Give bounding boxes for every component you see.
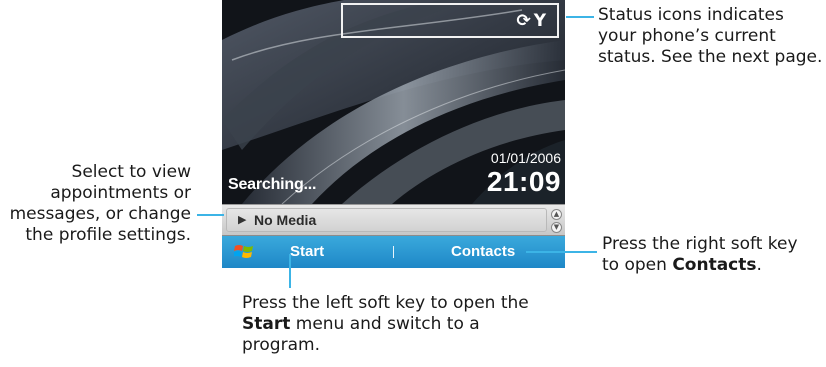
annotation-media-bar: Select to view appointments or messages,… — [9, 162, 191, 245]
leader-media-horizontal — [197, 214, 224, 216]
phone-screen: ⟳ Y Searching... 01/01/2006 21:09 ▶ No M… — [222, 0, 565, 268]
date-label: 01/01/2006 — [490, 150, 561, 166]
start-softkey[interactable]: Start — [290, 243, 324, 260]
right-softkey-text-post: . — [756, 255, 762, 275]
softkey-bar: Start Contacts — [222, 236, 565, 268]
play-icon: ▶ — [238, 213, 247, 226]
home-wallpaper: ⟳ Y Searching... 01/01/2006 21:09 — [222, 0, 565, 204]
network-status-text: Searching... — [228, 176, 317, 193]
leader-right-softkey-horizontal — [526, 251, 597, 253]
leader-status-horizontal — [566, 16, 594, 18]
annotation-left-softkey: Press the left soft key to open the Star… — [242, 293, 532, 356]
scroll-down-icon[interactable]: ▼ — [551, 222, 562, 233]
today-media-bar[interactable]: ▶ No Media ▲ ▼ — [222, 204, 565, 236]
windows-flag-icon[interactable] — [234, 243, 254, 261]
leader-left-softkey-vertical — [289, 254, 291, 288]
media-selector[interactable]: ▶ No Media — [226, 208, 547, 232]
status-icons[interactable]: ⟳ Y — [516, 11, 547, 31]
status-icons-highlight: ⟳ Y — [341, 3, 559, 38]
left-softkey-text-pre: Press the left soft key to open the — [242, 293, 529, 313]
softkey-divider — [393, 246, 394, 258]
clock-time: 21:09 — [486, 166, 561, 197]
annotation-right-softkey: Press the right soft key to open Contact… — [602, 234, 817, 276]
sync-icon: ⟳ — [516, 11, 532, 31]
signal-antenna-icon: Y — [533, 11, 547, 31]
scroll-up-icon[interactable]: ▲ — [551, 209, 562, 220]
right-softkey-text-bold: Contacts — [672, 255, 757, 275]
media-label: No Media — [254, 212, 317, 228]
annotation-status-icons: Status icons indicates your phone’s curr… — [598, 5, 823, 67]
left-softkey-text-bold: Start — [242, 314, 291, 334]
contacts-softkey[interactable]: Contacts — [451, 243, 515, 260]
